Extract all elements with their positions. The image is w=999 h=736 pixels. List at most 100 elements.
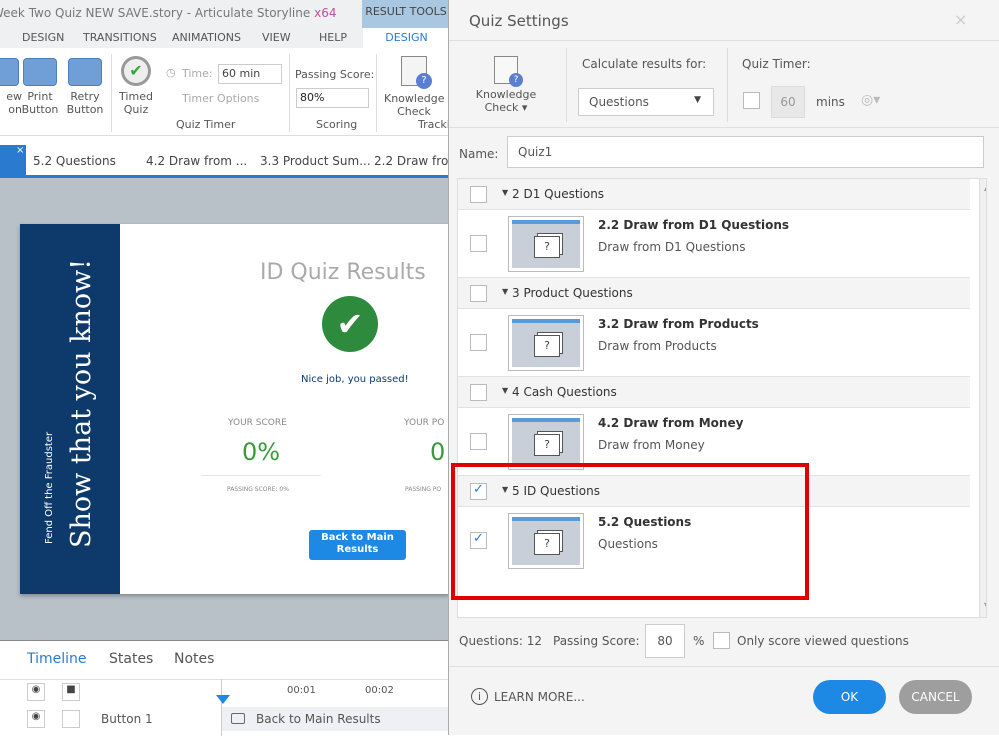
divider <box>201 475 321 476</box>
lock-toggle[interactable] <box>62 710 80 728</box>
active-tab-close-icon[interactable]: × <box>0 145 26 175</box>
scroll-up-icon[interactable]: ▲ <box>984 183 986 192</box>
group-checkbox[interactable] <box>470 384 487 401</box>
timer-options-dropdown[interactable]: Timer Options <box>182 92 259 105</box>
timer-minutes-input[interactable]: 60 <box>771 86 805 118</box>
doc-tab[interactable]: 4.2 Draw from ... <box>146 154 247 168</box>
eye-icon[interactable]: ◉ <box>27 710 45 728</box>
printer-icon <box>23 58 57 86</box>
divider <box>449 40 999 41</box>
question-group-row[interactable]: ▼ 3 Product Questions <box>458 277 970 309</box>
layer-name[interactable]: Button 1 <box>101 712 153 726</box>
timed-quiz-button[interactable]: ✔ Timed Quiz <box>116 56 156 116</box>
question-slide-icon: ? <box>534 335 560 357</box>
item-title: 3.2 Draw from Products <box>598 317 759 331</box>
label: Retry <box>70 90 100 103</box>
scroll-down-icon[interactable]: ▼ <box>984 601 986 610</box>
your-points-value: 0 <box>430 438 446 466</box>
only-viewed-label[interactable]: Only score viewed questions <box>737 634 909 648</box>
slide-sidebar: Fend Off the Fraudster Show that you kno… <box>20 224 120 594</box>
tab-states[interactable]: States <box>109 651 153 667</box>
timeline-bar[interactable]: Back to Main Results <box>222 707 450 731</box>
divider <box>566 48 567 122</box>
question-group-row[interactable]: ▼ 4 Cash Questions <box>458 376 970 408</box>
eye-icon[interactable]: ◉ <box>27 683 45 701</box>
tab-notes[interactable]: Notes <box>174 651 214 667</box>
collapse-caret-icon[interactable]: ▼ <box>502 188 508 197</box>
question-item-row[interactable]: ? 3.2 Draw from Products Draw from Produ… <box>458 310 970 377</box>
timer-options-icon[interactable]: ◎▾ <box>861 92 880 108</box>
collapse-caret-icon[interactable]: ▼ <box>502 386 508 395</box>
back-to-main-results-button[interactable]: Back to Main Results <box>309 530 406 560</box>
divider <box>449 666 999 667</box>
passing-score-input[interactable]: 80% <box>296 88 369 108</box>
quiz-timer-label: Quiz Timer: <box>742 57 811 71</box>
tab-animations[interactable]: ANIMATIONS <box>172 31 241 44</box>
only-viewed-checkbox[interactable] <box>713 632 730 649</box>
passing-value: 80 <box>657 634 673 648</box>
label: Button <box>21 103 59 116</box>
divider <box>449 127 999 128</box>
tab-result-design[interactable]: DESIGN <box>363 28 450 49</box>
quiz-name-input[interactable]: Quiz1 <box>507 136 984 168</box>
arch-label: x64 <box>314 6 337 20</box>
knowledge-check-button[interactable]: ? Knowledge Check <box>384 56 444 118</box>
question-item-row[interactable]: ? 2.2 Draw from D1 Questions Draw from D… <box>458 211 970 278</box>
item-checkbox[interactable] <box>470 235 487 252</box>
tab-help[interactable]: HELP <box>319 31 347 44</box>
slide-thumbnail: ? <box>508 414 584 470</box>
question-slide-icon: ? <box>534 236 560 258</box>
knowledge-check-icon: ? <box>401 56 432 89</box>
playhead-icon[interactable] <box>216 695 230 704</box>
group-title: 2 D1 Questions <box>512 187 605 201</box>
question-slide-icon: ? <box>534 434 560 456</box>
label: Check <box>397 105 431 118</box>
tab-timeline[interactable]: Timeline <box>27 651 87 667</box>
item-checkbox[interactable] <box>470 433 487 450</box>
time-input[interactable]: 60 min <box>218 64 282 84</box>
label: Quiz <box>123 103 149 116</box>
question-group-row[interactable]: ▼ 2 D1 Questions <box>458 179 970 210</box>
label: Check ▾ <box>484 101 528 114</box>
tick-label: 00:01 <box>287 685 316 696</box>
collapse-caret-icon[interactable]: ▼ <box>502 287 508 296</box>
divider <box>727 48 728 122</box>
lock-icon[interactable]: ■ <box>62 683 80 701</box>
info-icon[interactable]: i <box>471 688 488 705</box>
divider <box>0 679 450 680</box>
result-tools-context: RESULT TOOLS <box>362 0 450 28</box>
your-score-label: YOUR SCORE <box>228 418 287 428</box>
retry-button[interactable]: Retry Button <box>65 58 105 116</box>
your-score-value: 0% <box>242 438 281 466</box>
tab-view[interactable]: VIEW <box>262 31 291 44</box>
tab-transitions[interactable]: TRANSITIONS <box>83 31 157 44</box>
group-checkbox[interactable] <box>470 285 487 302</box>
learn-more-link[interactable]: LEARN MORE... <box>494 690 585 704</box>
tab-design[interactable]: DESIGN <box>22 31 64 44</box>
tick-label: 00:02 <box>365 685 394 696</box>
calc-results-select[interactable]: Questions ▼ <box>578 88 714 116</box>
doc-tab[interactable]: 3.3 Product Sum... <box>260 154 371 168</box>
highlight-box <box>451 463 809 600</box>
calc-value: Questions <box>589 95 649 109</box>
close-icon[interactable]: × <box>954 10 967 29</box>
quiz-timer-checkbox[interactable] <box>743 92 760 109</box>
cancel-button[interactable]: CANCEL <box>899 680 972 714</box>
review-button[interactable]: ew on <box>0 58 22 116</box>
divider <box>376 54 377 132</box>
time-value: 60 min <box>222 67 261 80</box>
group-checkbox[interactable] <box>470 186 487 203</box>
passing-score-input[interactable]: 80 <box>645 624 685 658</box>
passing-score-label: Passing Score: <box>553 634 640 648</box>
checkmark-icon: ✔ <box>322 296 378 352</box>
scrollbar[interactable]: ▲ ▼ <box>979 179 986 617</box>
item-subtitle: Draw from D1 Questions <box>598 240 746 254</box>
print-button[interactable]: Print Button <box>20 58 60 116</box>
label: ew <box>6 90 22 103</box>
result-message: Nice job, you passed! <box>301 374 409 385</box>
item-checkbox[interactable] <box>470 334 487 351</box>
knowledge-check-dropdown[interactable]: ? Knowledge Check ▾ <box>471 56 541 114</box>
ok-button[interactable]: OK <box>813 680 886 714</box>
doc-tab[interactable]: 5.2 Questions <box>33 154 116 168</box>
timer-unit: mins <box>816 95 845 109</box>
